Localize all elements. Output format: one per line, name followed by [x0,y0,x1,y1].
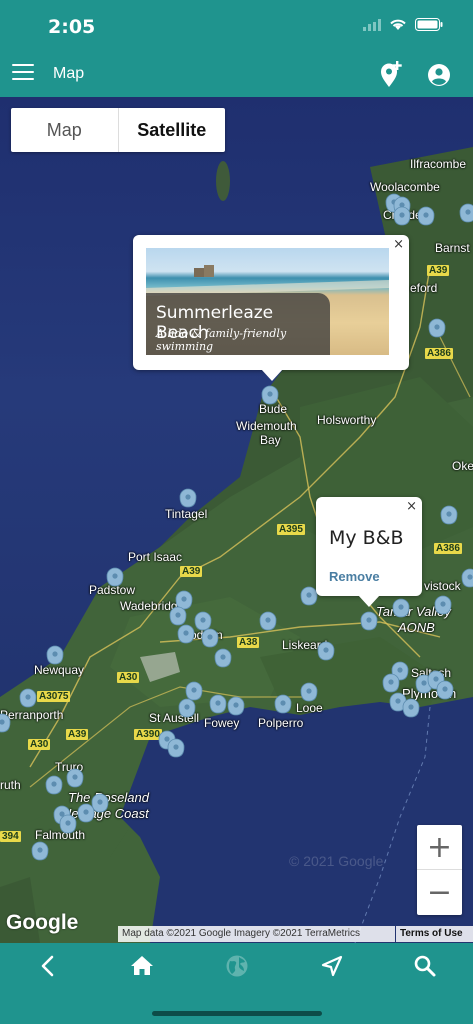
map-marker[interactable] [382,673,400,693]
back-button[interactable] [36,953,62,979]
map-marker[interactable] [179,488,197,508]
globe-button[interactable] [224,953,250,979]
map-marker[interactable] [59,814,77,834]
terms-of-use-link[interactable]: Terms of Use [396,926,473,942]
map-marker[interactable] [177,624,195,644]
add-location-icon [381,61,402,87]
map-marker[interactable] [45,775,63,795]
beach-photo[interactable]: Summerleaze Beach A lido & family-friend… [146,248,389,355]
page-title: Map [53,65,85,82]
map-marker[interactable] [46,645,64,665]
map-marker[interactable] [201,628,219,648]
map-marker[interactable] [417,206,435,226]
map-marker[interactable] [77,803,95,823]
status-time: 2:05 [48,16,96,38]
home-icon [131,956,153,975]
map-marker[interactable] [0,713,11,733]
beach-info-window[interactable]: Summerleaze Beach A lido & family-friend… [133,235,409,381]
map-marker[interactable] [66,768,84,788]
map-marker[interactable] [434,595,452,615]
map-marker[interactable] [428,318,446,338]
globe-icon [226,955,248,977]
zoom-in-button[interactable]: + [417,825,462,870]
beach-caption: Summerleaze Beach A lido & family-friend… [146,293,330,355]
map-type-map-button[interactable]: Map [11,108,119,152]
map-marker[interactable] [31,841,49,861]
map-marker[interactable] [167,738,185,758]
navigate-button[interactable] [319,953,345,979]
map-marker[interactable] [360,611,378,631]
map-watermark: © 2021 Google [289,853,384,869]
map-marker[interactable] [393,206,411,226]
map-marker[interactable] [461,568,473,588]
map-marker[interactable] [175,590,193,610]
zoom-control: + − [417,825,462,915]
app-header: Map [0,52,473,97]
map-marker[interactable] [300,682,318,702]
map-marker[interactable] [259,611,277,631]
hamburger-icon [12,64,34,66]
map-marker[interactable] [209,694,227,714]
map-marker[interactable] [178,698,196,718]
map-type-toggle: Map Satellite [11,108,225,152]
map-marker[interactable] [459,203,473,223]
battery-icon [415,18,443,31]
google-logo: Google [6,911,79,934]
home-indicator [152,1011,322,1016]
map-marker[interactable] [392,598,410,618]
map-marker[interactable] [19,688,37,708]
zoom-out-button[interactable]: − [417,870,462,915]
remove-button[interactable]: Remove [329,569,380,584]
search-button[interactable] [412,953,438,979]
map-marker[interactable] [440,505,458,525]
map-marker[interactable] [91,793,109,813]
map-marker[interactable] [261,385,279,405]
wifi-icon [390,19,406,30]
map-type-satellite-button[interactable]: Satellite [119,108,226,152]
map-marker[interactable] [274,694,292,714]
map-marker[interactable] [227,696,245,716]
cellular-signal-icon [363,18,381,31]
beach-subtitle: A lido & family-friendly swimming [156,327,287,353]
home-button[interactable] [129,953,155,979]
map-marker[interactable] [402,698,420,718]
map-marker[interactable] [106,567,124,587]
map-marker[interactable] [185,681,203,701]
search-icon [414,955,436,977]
map-marker[interactable] [317,641,335,661]
map-marker[interactable] [169,606,187,626]
map-marker[interactable] [194,611,212,631]
close-icon[interactable]: × [393,237,404,252]
map-attribution[interactable]: Map data ©2021 Google Imagery ©2021 Terr… [118,926,395,942]
map-marker[interactable] [436,680,454,700]
bottom-navigation [0,943,473,1024]
add-location-button[interactable] [378,61,404,89]
account-icon [428,64,450,86]
status-bar: 2:05 [0,0,473,52]
map-marker[interactable] [214,648,232,668]
account-button[interactable] [427,63,451,87]
status-icons [363,18,443,31]
close-icon[interactable]: × [406,499,417,514]
menu-button[interactable] [12,64,34,84]
map-marker[interactable] [300,586,318,606]
map-view[interactable]: Ilfracombe Woolacombe Croyde Barnst efor… [0,97,473,943]
chevron-left-icon [41,955,54,977]
navigation-arrow-icon [321,955,343,977]
bnb-info-window[interactable]: × My B&B Remove [316,497,422,607]
bnb-title: My B&B [329,527,404,549]
